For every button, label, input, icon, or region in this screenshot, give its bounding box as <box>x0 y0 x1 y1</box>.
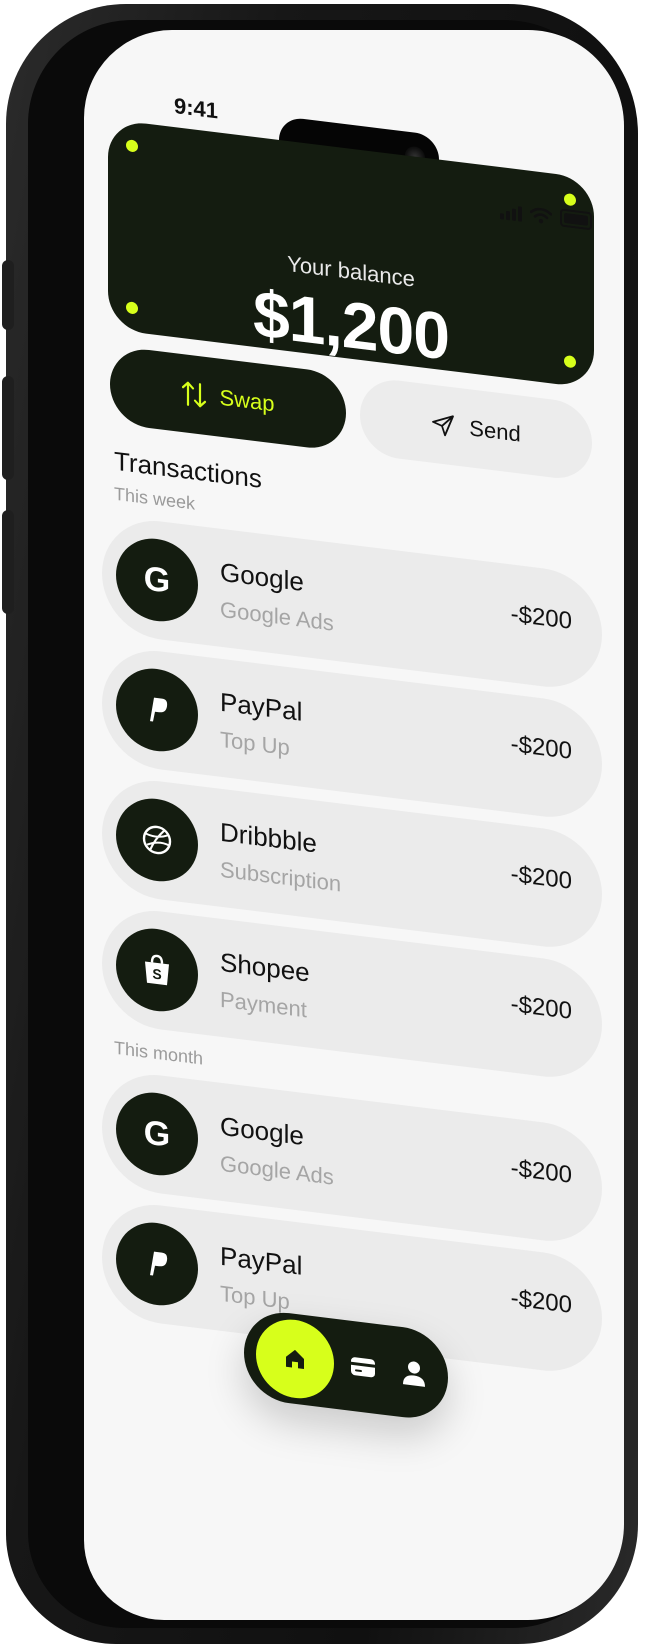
battery-icon <box>560 208 592 231</box>
transaction-amount: -$200 <box>510 730 572 765</box>
status-time: 9:41 <box>174 93 219 124</box>
section-label: This week <box>114 483 196 514</box>
send-label: Send <box>469 415 521 447</box>
signal-icon <box>500 204 522 222</box>
transaction-subtitle: Top Up <box>220 1280 290 1315</box>
nav-profile-button[interactable] <box>392 1349 436 1398</box>
balance-card: Your balance $1,200 <box>108 118 594 389</box>
transaction-name: Google <box>220 1110 304 1151</box>
swap-label: Swap <box>219 384 275 417</box>
profile-icon <box>403 1361 426 1387</box>
transaction-amount: -$200 <box>510 860 572 895</box>
corner-dot <box>126 139 138 153</box>
svg-text:S: S <box>152 965 161 982</box>
mute-switch <box>2 260 14 330</box>
transaction-amount: -$200 <box>510 600 572 635</box>
transaction-subtitle: Top Up <box>220 726 290 761</box>
transaction-amount: -$200 <box>510 990 572 1025</box>
wifi-icon <box>530 207 552 224</box>
send-icon <box>432 415 455 437</box>
home-icon <box>285 1349 304 1369</box>
transaction-name: PayPal <box>220 686 303 727</box>
transaction-amount: -$200 <box>510 1154 572 1189</box>
transaction-subtitle: Google Ads <box>220 1150 334 1190</box>
nav-home-button[interactable] <box>255 1315 334 1403</box>
volume-down-button <box>2 510 14 614</box>
corner-dot <box>564 192 576 207</box>
google-icon: G <box>116 533 198 626</box>
google-icon: G <box>116 1087 198 1180</box>
volume-up-button <box>2 376 14 480</box>
paypal-icon <box>116 1217 198 1310</box>
transaction-amount: -$200 <box>510 1284 572 1319</box>
transaction-name: Google <box>220 556 304 597</box>
swap-button[interactable]: Swap <box>110 345 346 453</box>
shopee-icon: S <box>116 923 198 1016</box>
transaction-subtitle: Subscription <box>220 856 342 897</box>
transaction-name: Dribbble <box>220 816 317 859</box>
section-label: This month <box>114 1037 204 1069</box>
transaction-name: PayPal <box>220 1240 303 1281</box>
transaction-subtitle: Payment <box>220 986 307 1023</box>
transaction-subtitle: Google Ads <box>220 596 334 636</box>
transaction-name: Shopee <box>220 946 310 988</box>
phone-frame: 9:41 Your balance $1,200 Swap Send Trans… <box>2 4 638 1644</box>
swap-arrows-icon <box>182 381 207 408</box>
card-icon <box>350 1357 375 1378</box>
paypal-icon <box>116 663 198 756</box>
send-button[interactable]: Send <box>360 375 592 483</box>
nav-card-button[interactable] <box>341 1343 385 1392</box>
dribbble-icon <box>116 793 198 886</box>
app-screen: 9:41 Your balance $1,200 Swap Send Trans… <box>84 30 624 1620</box>
